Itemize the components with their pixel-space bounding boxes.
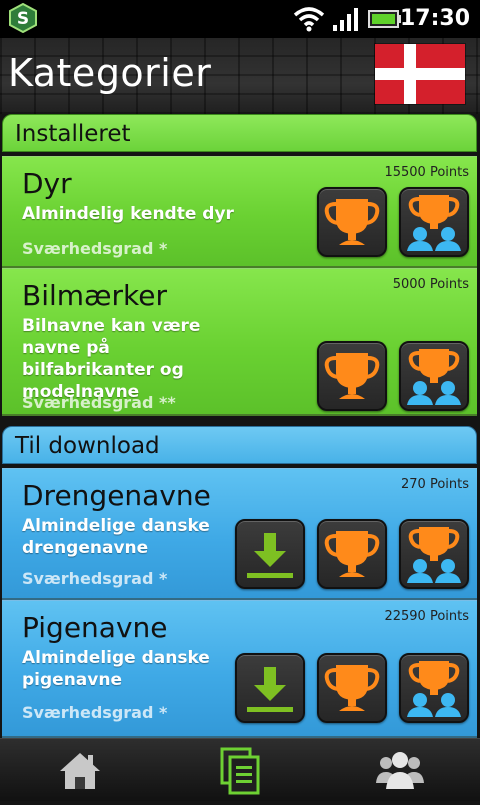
card-points: 15500 Points bbox=[384, 165, 469, 180]
card-title: Bilmærker bbox=[22, 279, 168, 312]
card-points: 5000 Points bbox=[392, 277, 469, 292]
highscore-button[interactable] bbox=[317, 653, 387, 723]
trophy-icon bbox=[324, 353, 380, 399]
card-title: Dyr bbox=[22, 167, 72, 200]
status-time: 17:30 bbox=[399, 6, 470, 31]
multiplayer-trophy-icon bbox=[407, 661, 461, 717]
header: Kategorier bbox=[0, 38, 480, 114]
download-icon bbox=[247, 533, 293, 578]
card-description: Almindelige danske drengenavne bbox=[22, 516, 210, 558]
card-description: Almindelige danske pigenavne bbox=[22, 648, 210, 690]
card-description: Bilnavne kan være navne på bilfabrikante… bbox=[22, 316, 201, 402]
home-icon bbox=[60, 753, 100, 789]
nav-categories-button[interactable] bbox=[160, 739, 320, 801]
multiplayer-trophy-icon bbox=[407, 349, 461, 405]
wifi-icon bbox=[292, 6, 326, 36]
bottom-nav bbox=[0, 738, 480, 801]
multiplayer-highscore-button[interactable] bbox=[399, 653, 469, 723]
download-button[interactable] bbox=[235, 653, 305, 723]
highscore-button[interactable] bbox=[317, 187, 387, 257]
trophy-icon bbox=[324, 531, 380, 577]
section-header-download: Til download bbox=[2, 426, 477, 464]
battery-icon bbox=[368, 9, 402, 33]
highscore-button[interactable] bbox=[317, 519, 387, 589]
card-points: 270 Points bbox=[401, 477, 469, 492]
card-difficulty: Sværhedsgrad * bbox=[22, 703, 168, 722]
multiplayer-trophy-icon bbox=[407, 195, 461, 251]
card-difficulty: Sværhedsgrad * bbox=[22, 569, 168, 588]
page-title: Kategorier bbox=[8, 51, 212, 95]
category-card-bilmaerker[interactable]: Bilmærker 5000 Points Bilnavne kan være … bbox=[2, 268, 477, 416]
multiplayer-highscore-button[interactable] bbox=[399, 187, 469, 257]
card-description: Almindelig kendte dyr bbox=[22, 204, 234, 224]
trophy-icon bbox=[324, 199, 380, 245]
card-title: Drengenavne bbox=[22, 479, 211, 512]
status-bar: S 17:30 bbox=[0, 0, 480, 38]
card-difficulty: Sværhedsgrad ** bbox=[22, 393, 176, 412]
card-difficulty: Sværhedsgrad * bbox=[22, 239, 168, 258]
multiplayer-highscore-button[interactable] bbox=[399, 519, 469, 589]
download-button[interactable] bbox=[235, 519, 305, 589]
app-badge-icon: S bbox=[8, 2, 38, 34]
section-header-installed: Installeret bbox=[2, 114, 477, 152]
nav-players-button[interactable] bbox=[320, 739, 480, 801]
category-list[interactable]: Installeret Dyr 15500 Points Almindelig … bbox=[0, 112, 480, 738]
multiplayer-trophy-icon bbox=[407, 527, 461, 583]
svg-text:S: S bbox=[17, 9, 29, 29]
nav-home-button[interactable] bbox=[0, 739, 160, 801]
signal-icon bbox=[332, 6, 360, 36]
categories-icon bbox=[220, 747, 260, 795]
multiplayer-highscore-button[interactable] bbox=[399, 341, 469, 411]
card-points: 22590 Points bbox=[384, 609, 469, 624]
people-icon bbox=[376, 752, 424, 789]
category-card-drengenavne[interactable]: Drengenavne 270 Points Almindelige dansk… bbox=[2, 468, 477, 600]
card-title: Pigenavne bbox=[22, 611, 168, 644]
category-card-pigenavne[interactable]: Pigenavne 22590 Points Almindelige dansk… bbox=[2, 600, 477, 738]
category-card-dyr[interactable]: Dyr 15500 Points Almindelig kendte dyr S… bbox=[2, 156, 477, 268]
download-icon bbox=[247, 667, 293, 712]
highscore-button[interactable] bbox=[317, 341, 387, 411]
danish-flag-icon[interactable] bbox=[375, 44, 465, 104]
trophy-icon bbox=[324, 665, 380, 711]
